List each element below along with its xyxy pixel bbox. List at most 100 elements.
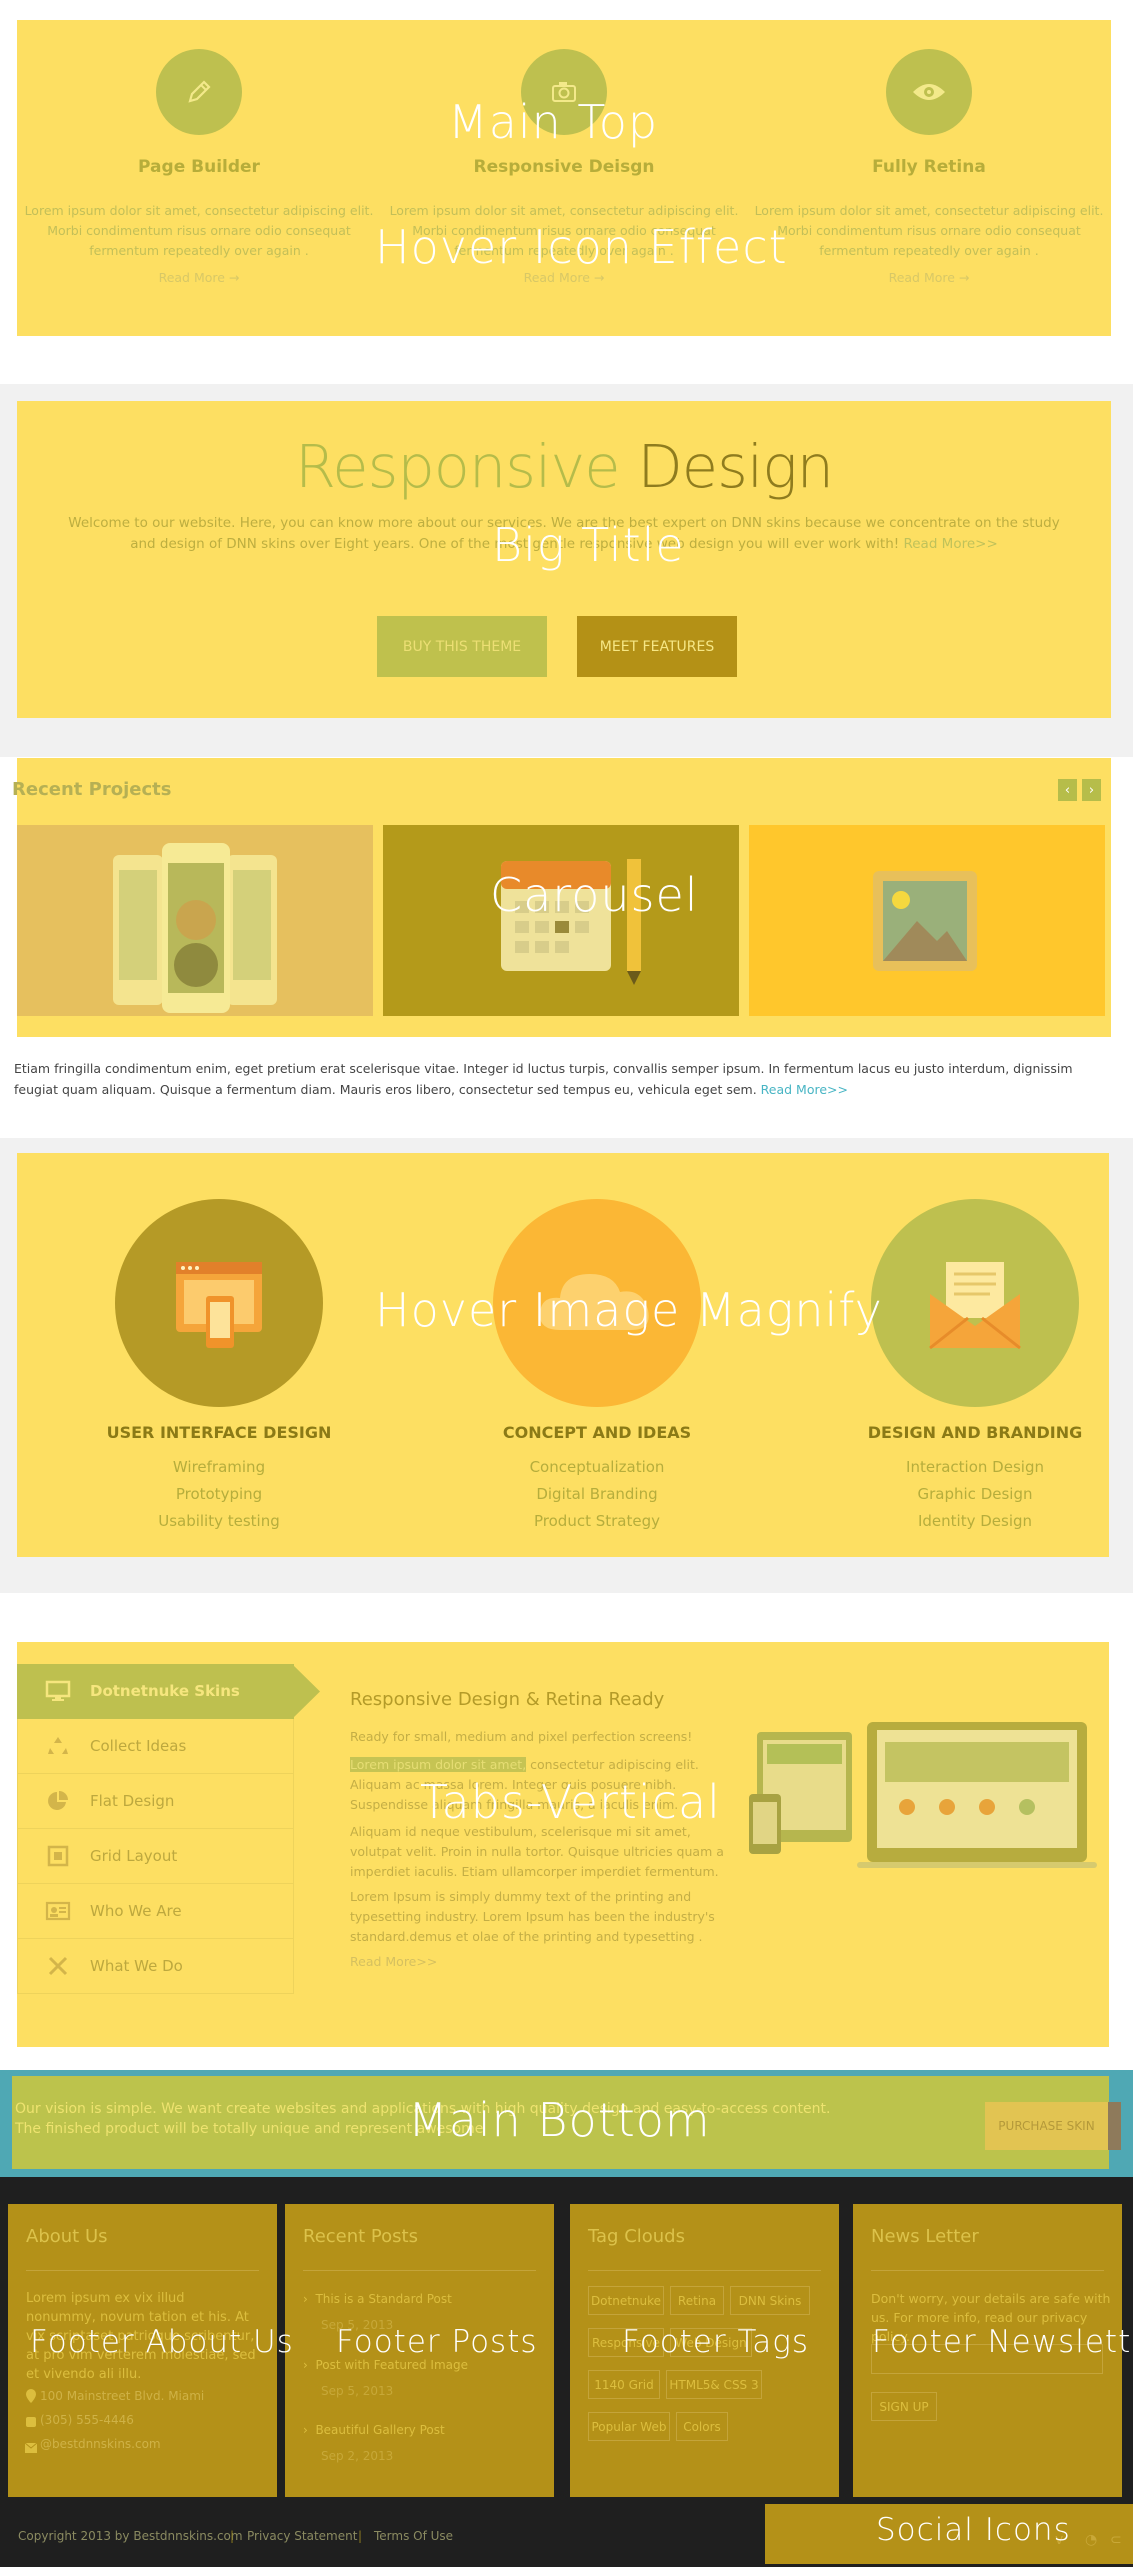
post-link[interactable]: › This is a Standard Post [303, 2292, 452, 2306]
tab-flat-design[interactable]: Flat Design [17, 1774, 294, 1829]
tag[interactable]: DNN Skins [730, 2286, 810, 2315]
rss-icon[interactable]: ◔ [1085, 2532, 1097, 2548]
tab-label: Grid Layout [90, 1847, 178, 1865]
big-title-section: Responsive Design Welcome to our website… [17, 401, 1111, 718]
browser-mobile-icon[interactable] [115, 1199, 323, 1407]
tag[interactable]: Retina [670, 2286, 724, 2315]
post-date: Sep 5, 2013 [321, 2318, 394, 2332]
footer-about-us: About Us Lorem ipsum ex vix illud nonumm… [8, 2204, 277, 2497]
pencil-icon[interactable] [156, 49, 242, 135]
service-title: DESIGN AND BRANDING [867, 1423, 1083, 1442]
tag[interactable]: Dotnetnuke [588, 2286, 664, 2315]
share-icon[interactable]: ⊂ [1110, 2532, 1122, 2548]
divider [871, 2270, 1104, 2271]
pie-chart-icon [38, 1789, 78, 1813]
tab-collect-ideas[interactable]: Collect Ideas [17, 1719, 294, 1774]
footer-about-text: Lorem ipsum ex vix illud nonummy, novum … [26, 2291, 256, 2382]
read-more-link[interactable]: Read More → [17, 270, 381, 285]
feature-title: Responsive Deisgn [473, 157, 655, 177]
carousel-prev-button[interactable]: ‹ [1058, 779, 1077, 801]
tag[interactable]: Colors [676, 2412, 728, 2441]
carousel-description: Etiam fringilla condimentum enim, eget p… [14, 1058, 1114, 1100]
footer-tags-title: Tag Clouds [588, 2226, 685, 2247]
footer-email[interactable]: @bestdnnskins.com [40, 2437, 161, 2451]
post-link[interactable]: › Beautiful Gallery Post [303, 2423, 445, 2437]
service-title: USER INTERFACE DESIGN [106, 1423, 332, 1442]
big-title-part2: Design [637, 432, 834, 501]
feature-title: Fully Retina [872, 157, 986, 177]
email-icon [24, 2438, 38, 2457]
read-more-link[interactable]: Read More → [382, 270, 746, 285]
tab-content-p3: Aliquam id neque vestibulum, scelerisque… [350, 1824, 724, 1879]
cloud-icon[interactable] [493, 1199, 701, 1407]
tag[interactable]: Web Design [670, 2328, 752, 2357]
tag[interactable]: 1140 Grid [588, 2370, 660, 2399]
tab-dotnetnuke-skins[interactable]: Dotnetnuke Skins [17, 1664, 294, 1719]
copyright-text: Copyright 2013 by Bestdnnskins.com [18, 2529, 243, 2543]
service-title: CONCEPT AND IDEAS [502, 1423, 692, 1442]
divider [588, 2270, 821, 2271]
read-more-link[interactable]: Read More>> [350, 1952, 730, 1972]
service-item: Identity Design [917, 1512, 1033, 1530]
privacy-statement-link[interactable]: Privacy Statement [247, 2529, 357, 2543]
feature-text: Lorem ipsum dolor sit amet, consectetur … [24, 203, 374, 258]
footer-posts-title: Recent Posts [303, 2226, 418, 2247]
service-item: Interaction Design [906, 1458, 1044, 1476]
tab-content-p4: Lorem Ipsum is simply dummy text of the … [350, 1889, 715, 1944]
map-marker-icon [26, 2388, 36, 2407]
tabs-section: Dotnetnuke Skins Collect Ideas Flat Desi… [17, 1642, 1109, 2047]
service-item: Usability testing [158, 1512, 280, 1530]
tools-icon [38, 1954, 78, 1978]
tab-label: Dotnetnuke Skins [90, 1682, 240, 1700]
purchase-skin-button[interactable]: PURCHASE SKIN [985, 2102, 1108, 2150]
calendar-illustration [501, 859, 641, 985]
id-card-icon [38, 1900, 78, 1922]
envelope-icon[interactable] [871, 1199, 1079, 1407]
post-link[interactable]: › Post with Featured Image [303, 2358, 468, 2372]
tab-what-we-do[interactable]: What We Do [17, 1939, 294, 1994]
divider [303, 2270, 536, 2271]
footer-address: 100 Mainstreet Blvd. Miami [40, 2389, 205, 2403]
sign-up-button[interactable]: SIGN UP [871, 2392, 937, 2421]
tab-label: What We Do [90, 1957, 183, 1975]
vimeo-icon[interactable]: v [1055, 2532, 1063, 2548]
big-title-intro: Welcome to our website. Here, you can kn… [57, 513, 1071, 555]
social-icons-bar: v ◔ ⊂ [765, 2504, 1133, 2564]
carousel-item-phones[interactable] [17, 825, 373, 1016]
eye-icon[interactable] [886, 49, 972, 135]
read-more-link[interactable]: Read More → [747, 270, 1111, 285]
newsletter-email-input[interactable] [871, 2344, 1103, 2374]
feature-text: Lorem ipsum dolor sit amet, consectetur … [389, 203, 739, 258]
carousel-description-text: Etiam fringilla condimentum enim, eget p… [14, 1061, 1073, 1097]
carousel-item-image[interactable] [749, 825, 1105, 1016]
tab-who-we-are[interactable]: Who We Are [17, 1884, 294, 1939]
feature-text: Lorem ipsum dolor sit amet, consectetur … [754, 203, 1104, 258]
carousel-next-button[interactable]: › [1082, 779, 1101, 801]
separator: | [230, 2529, 235, 2543]
service-item: Wireframing [172, 1458, 266, 1476]
tab-content-title: Responsive Design & Retina Ready [350, 1689, 665, 1710]
terms-of-use-link[interactable]: Terms Of Use [374, 2529, 453, 2543]
meet-features-button[interactable]: MEET FEATURES [577, 616, 737, 677]
tag[interactable]: Responsive [588, 2328, 664, 2357]
post-date: Sep 2, 2013 [321, 2449, 394, 2463]
read-more-link[interactable]: Read More>> [761, 1082, 848, 1097]
footer-phone: (305) 555-4446 [40, 2413, 134, 2427]
camera-icon[interactable] [521, 49, 607, 135]
separator: | [358, 2529, 363, 2543]
grid-icon [38, 1844, 78, 1868]
service-item: Conceptualization [529, 1458, 665, 1476]
footer-recent-posts: Recent Posts › This is a Standard Post S… [285, 2204, 554, 2497]
recent-projects-title: Recent Projects [12, 779, 172, 800]
monitor-icon [38, 1680, 78, 1702]
carousel-item-calendar[interactable] [383, 825, 739, 1016]
tag[interactable]: HTML5& CSS 3 [666, 2370, 762, 2399]
buy-theme-button[interactable]: BUY THIS THEME [377, 616, 547, 677]
footer-newsletter-text: Don't worry, your details are safe with … [871, 2291, 1111, 2344]
big-title-part1: Responsive [294, 432, 621, 501]
post-date: Sep 5, 2013 [321, 2384, 394, 2398]
tag[interactable]: Popular Web [588, 2412, 670, 2441]
read-more-link[interactable]: Read More>> [903, 536, 997, 552]
tab-grid-layout[interactable]: Grid Layout [17, 1829, 294, 1884]
devices-illustration [749, 1722, 1097, 1868]
